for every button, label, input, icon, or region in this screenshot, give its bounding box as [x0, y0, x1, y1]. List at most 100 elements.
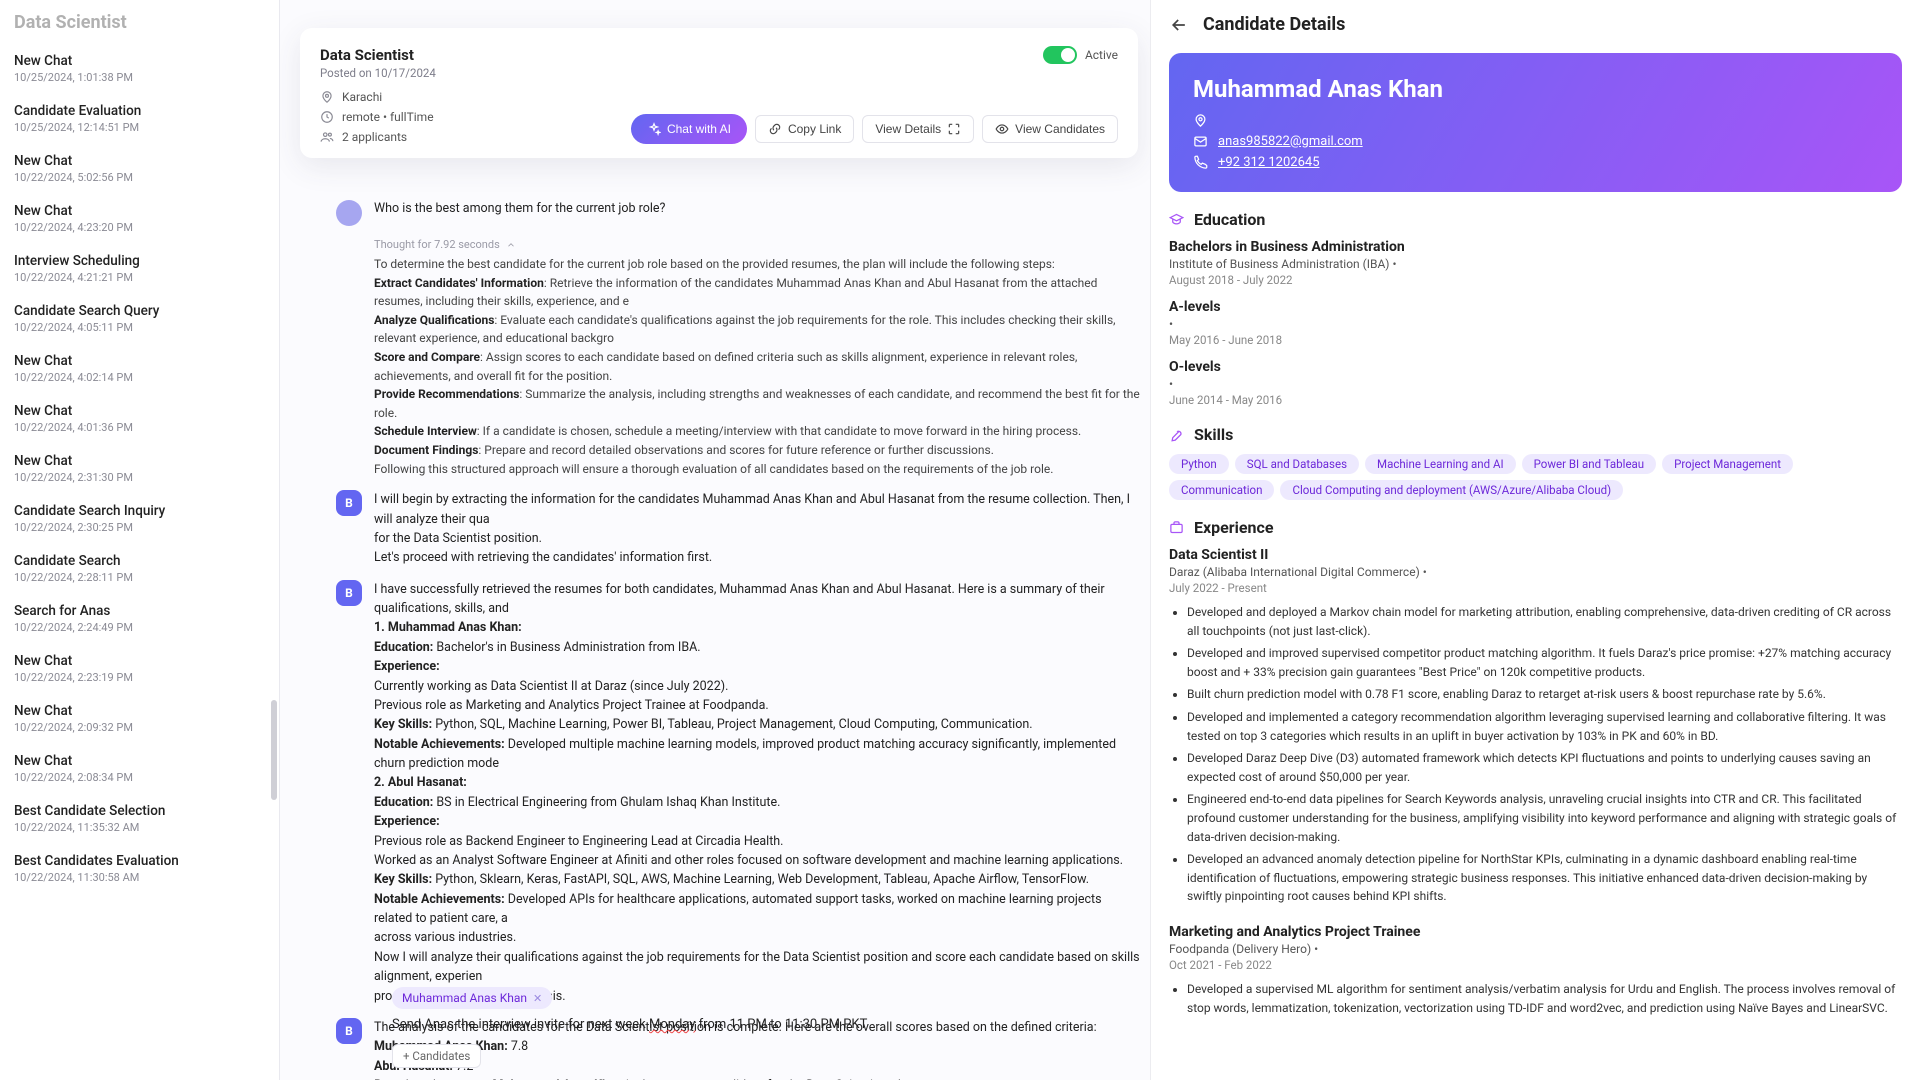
plan-outro: Following this structured approach will …: [374, 460, 1140, 479]
candidate-tag-chip[interactable]: Muhammad Anas Khan ✕: [392, 987, 552, 1009]
view-candidates-label: View Candidates: [1015, 122, 1105, 136]
bot-text: 2. Abul Hasanat:: [374, 775, 467, 790]
add-candidates-button[interactable]: + Candidates: [392, 1044, 481, 1068]
scrollbar[interactable]: [271, 0, 277, 1080]
plan-step-label: Extract Candidates' Information: [374, 276, 544, 290]
remove-tag-icon[interactable]: ✕: [533, 992, 542, 1005]
copy-link-button[interactable]: Copy Link: [755, 115, 854, 143]
edu-institution: Institute of Business Administration (IB…: [1169, 257, 1902, 271]
chat-item-date: 10/22/2024, 2:28:11 PM: [14, 571, 265, 584]
sidebar-chat-item[interactable]: New Chat10/22/2024, 2:23:19 PM: [0, 645, 279, 695]
chat-item-date: 10/22/2024, 4:23:20 PM: [14, 221, 265, 234]
sidebar-chat-item[interactable]: Candidate Search Inquiry10/22/2024, 2:30…: [0, 495, 279, 545]
user-message: Who is the best among them for the curre…: [336, 200, 1140, 226]
back-arrow-icon[interactable]: [1169, 15, 1189, 35]
candidate-phone-link[interactable]: +92 312 1202645: [1218, 155, 1320, 170]
exp-title: Data Scientist II: [1169, 547, 1902, 563]
bot-text: Experience:: [374, 659, 440, 674]
location-icon: [1193, 113, 1208, 128]
main-content: Data Scientist Posted on 10/17/2024 Acti…: [280, 0, 1150, 1080]
eye-icon: [995, 122, 1009, 136]
education-section: Education Bachelors in Business Administ…: [1169, 210, 1902, 407]
chat-item-date: 10/22/2024, 2:09:32 PM: [14, 721, 265, 734]
chat-item-date: 10/22/2024, 2:08:34 PM: [14, 771, 265, 784]
chat-item-title: Best Candidates Evaluation: [14, 853, 265, 869]
view-candidates-button[interactable]: View Candidates: [982, 115, 1118, 143]
chat-item-title: Candidate Search: [14, 553, 265, 569]
bot-text: Previous role as Marketing and Analytics…: [374, 696, 1140, 715]
bot-text: Notable Achievements:: [374, 737, 505, 752]
chat-item-date: 10/25/2024, 1:01:38 PM: [14, 71, 265, 84]
sidebar-chat-item[interactable]: Search for Anas10/22/2024, 2:24:49 PM: [0, 595, 279, 645]
chat-item-title: New Chat: [14, 153, 265, 169]
sidebar-chat-item[interactable]: Best Candidates Evaluation10/22/2024, 11…: [0, 845, 279, 895]
sidebar-chat-item[interactable]: New Chat10/25/2024, 1:01:38 PM: [0, 45, 279, 95]
composer: Muhammad Anas Khan ✕ Send Anas the inter…: [392, 987, 1130, 1068]
composer-input[interactable]: Send Anas the interview invite for next …: [392, 1017, 1130, 1032]
page-title: Data Scientist: [0, 0, 279, 39]
chevron-up-icon: [506, 240, 516, 250]
bot-text: Currently working as Data Scientist II a…: [374, 677, 1140, 696]
chat-list: New Chat10/25/2024, 1:01:38 PMCandidate …: [0, 39, 279, 901]
details-header: Candidate Details: [1151, 0, 1920, 45]
chat-item-title: Search for Anas: [14, 603, 265, 619]
exp-bullet: Developed and improved supervised compet…: [1187, 644, 1902, 681]
sidebar-chat-item[interactable]: Interview Scheduling10/22/2024, 4:21:21 …: [0, 245, 279, 295]
candidate-email-link[interactable]: anas985822@gmail.com: [1218, 134, 1363, 149]
chat-item-title: New Chat: [14, 653, 265, 669]
sidebar-chat-item[interactable]: Candidate Search 10/22/2024, 2:28:11 PM: [0, 545, 279, 595]
edu-dates: May 2016 - June 2018: [1169, 333, 1902, 347]
bot-text: Let's proceed with retrieving the candid…: [374, 548, 1140, 567]
chat-item-date: 10/22/2024, 2:31:30 PM: [14, 471, 265, 484]
bot-text: Key Skills:: [374, 717, 432, 732]
sparkles-icon: [647, 122, 661, 136]
skill-pill: Python: [1169, 454, 1229, 474]
chat-item-title: Candidate Evaluation: [14, 103, 265, 119]
sidebar-chat-item[interactable]: New Chat 10/22/2024, 2:31:30 PM: [0, 445, 279, 495]
job-worktype: remote • fullTime: [342, 110, 434, 124]
composer-text: from 11 PM to 11:30 PM PKT: [695, 1017, 867, 1032]
active-toggle[interactable]: [1043, 46, 1077, 64]
details-title: Candidate Details: [1203, 14, 1345, 35]
edu-dates: August 2018 - July 2022: [1169, 273, 1902, 287]
chat-item-title: New Chat: [14, 403, 265, 419]
bot-text: Education:: [374, 795, 433, 810]
chat-item-date: 10/22/2024, 2:30:25 PM: [14, 521, 265, 534]
experience-section: Experience Data Scientist IIDaraz (Aliba…: [1169, 518, 1902, 1017]
skill-pill: Project Management: [1662, 454, 1793, 474]
sidebar: Data Scientist New Chat10/25/2024, 1:01:…: [0, 0, 280, 1080]
chat-item-title: Best Candidate Selection: [14, 803, 265, 819]
bot-text: Worked as an Analyst Software Engineer a…: [374, 851, 1140, 870]
experience-item: Marketing and Analytics Project TraineeF…: [1169, 924, 1902, 1017]
sidebar-chat-item[interactable]: New Chat10/22/2024, 4:23:20 PM: [0, 195, 279, 245]
plan-step-text: : If a candidate is chosen, schedule a m…: [477, 424, 1081, 438]
view-details-button[interactable]: View Details: [862, 115, 974, 143]
chat-with-ai-label: Chat with AI: [667, 122, 731, 136]
sidebar-chat-item[interactable]: New Chat10/22/2024, 4:02:14 PM: [0, 345, 279, 395]
link-icon: [768, 122, 782, 136]
email-icon: [1193, 134, 1208, 149]
sidebar-chat-item[interactable]: New Chat10/22/2024, 4:01:36 PM: [0, 395, 279, 445]
plan-step-text: : Assign scores to each candidate based …: [374, 350, 1077, 383]
chat-item-title: New Chat: [14, 703, 265, 719]
exp-company: Daraz (Alibaba International Digital Com…: [1169, 565, 1902, 579]
chat-with-ai-button[interactable]: Chat with AI: [631, 114, 747, 144]
chat-item-title: Interview Scheduling: [14, 253, 265, 269]
thought-indicator[interactable]: Thought for 7.92 seconds: [374, 238, 1140, 251]
sidebar-chat-item[interactable]: Candidate Search Query10/22/2024, 4:05:1…: [0, 295, 279, 345]
job-location: Karachi: [342, 90, 382, 104]
plan-step-text: : Prepare and record detailed observatio…: [478, 443, 994, 457]
exp-title: Marketing and Analytics Project Trainee: [1169, 924, 1902, 940]
bot-text: Python, Sklearn, Keras, FastAPI, SQL, AW…: [432, 872, 1089, 887]
expand-icon: [947, 122, 961, 136]
bot-text: Previous role as Backend Engineer to Eng…: [374, 832, 1140, 851]
sidebar-chat-item[interactable]: Best Candidate Selection10/22/2024, 11:3…: [0, 795, 279, 845]
exp-bullet: Developed Daraz Deep Dive (D3) automated…: [1187, 749, 1902, 786]
sidebar-chat-item[interactable]: New Chat 10/22/2024, 2:09:32 PM: [0, 695, 279, 745]
sidebar-chat-item[interactable]: Candidate Evaluation10/25/2024, 12:14:51…: [0, 95, 279, 145]
sidebar-chat-item[interactable]: New Chat10/22/2024, 5:02:56 PM: [0, 145, 279, 195]
plan-intro: To determine the best candidate for the …: [374, 255, 1140, 274]
job-card: Data Scientist Posted on 10/17/2024 Acti…: [300, 28, 1138, 158]
sidebar-chat-item[interactable]: New Chat10/22/2024, 2:08:34 PM: [0, 745, 279, 795]
chat-item-title: New Chat: [14, 453, 265, 469]
